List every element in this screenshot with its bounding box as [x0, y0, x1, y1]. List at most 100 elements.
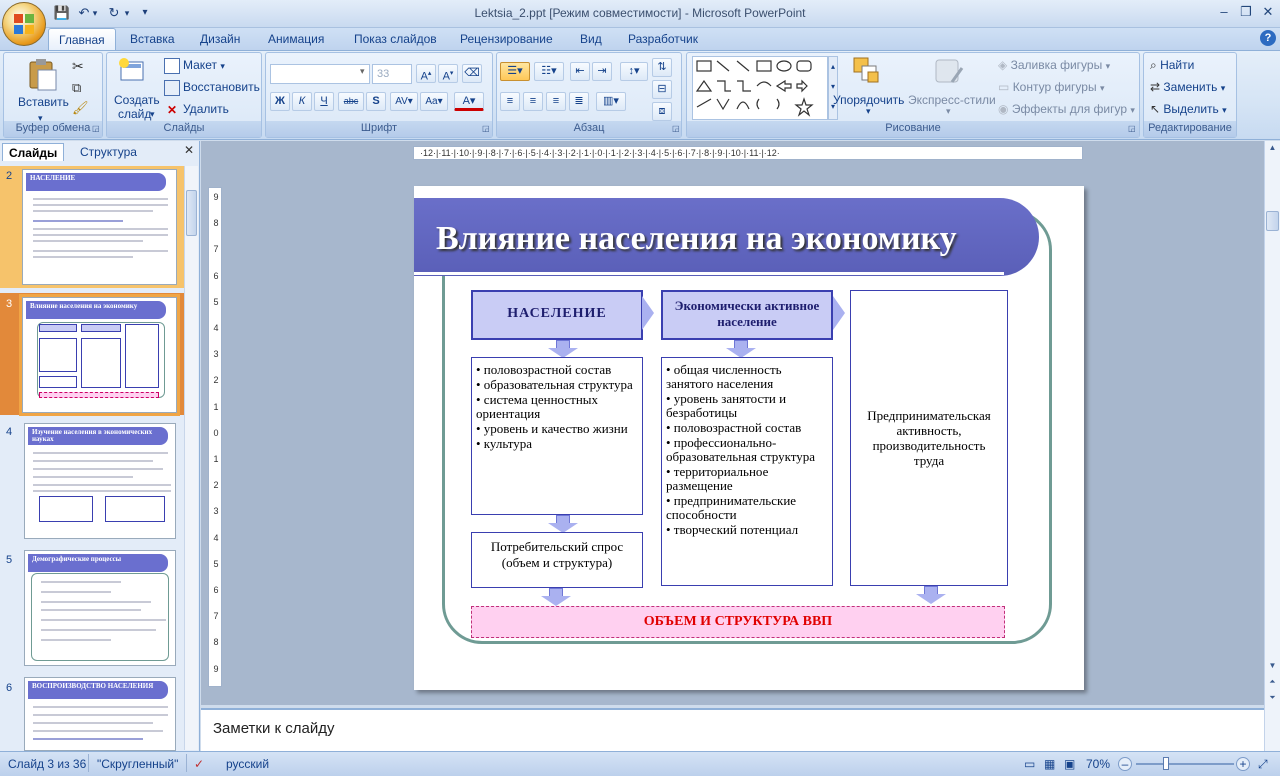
delete-slide-button[interactable]: ✕ Удалить	[164, 99, 229, 119]
font-color-icon[interactable]: A▾	[454, 92, 484, 111]
spellcheck-icon[interactable]: ✓	[194, 756, 204, 772]
clear-formatting-icon[interactable]: ⌫	[462, 64, 482, 83]
shrink-font-icon[interactable]: A▾	[438, 64, 458, 83]
scroll-up-icon[interactable]: ▲	[1266, 143, 1279, 157]
shape-outline-button[interactable]: ▭ Контур фигуры ▾	[998, 77, 1104, 97]
slide-thumbnail-selected[interactable]: Влияние населения на экономику	[19, 294, 180, 416]
font-name-dropdown-icon[interactable]: ▾	[360, 66, 365, 77]
main-scroll-thumb[interactable]	[1266, 211, 1279, 231]
tab-slideshow[interactable]: Показ слайдов	[344, 28, 447, 50]
drawing-launcher-icon[interactable]: ◲	[1128, 124, 1136, 133]
align-center-icon[interactable]: ≡	[523, 92, 543, 111]
tab-animation[interactable]: Анимация	[258, 28, 334, 50]
scroll-down-icon[interactable]: ▼	[1266, 661, 1279, 675]
italic-icon[interactable]: К	[292, 92, 312, 111]
language[interactable]: русский	[226, 756, 269, 772]
theme-name[interactable]: "Скругленный"	[97, 756, 178, 772]
shapes-scroll-icon[interactable]: ▴ ▾ ▾	[828, 56, 838, 120]
close-icon[interactable]: ✕	[1256, 2, 1280, 22]
normal-view-icon[interactable]: ▭	[1024, 756, 1035, 772]
replace-button[interactable]: ⇄ Заменить ▾	[1150, 77, 1225, 97]
line-spacing-icon[interactable]: ↕▾	[620, 62, 648, 81]
text-direction-icon[interactable]: ⇅	[652, 58, 672, 77]
minimize-icon[interactable]: –	[1212, 2, 1236, 22]
shadow-icon[interactable]: S	[366, 92, 386, 111]
shape-fill-button[interactable]: ◈ Заливка фигуры ▾	[998, 55, 1110, 75]
justify-icon[interactable]: ≣	[569, 92, 589, 111]
tab-view[interactable]: Вид	[570, 28, 612, 50]
paste-icon[interactable]	[24, 56, 60, 92]
zoom-slider-thumb[interactable]	[1163, 757, 1169, 770]
close-pane-icon[interactable]: ✕	[184, 143, 194, 157]
entrepreneurship-box[interactable]: Предпринимательская активность, производ…	[850, 290, 1008, 586]
new-slide-icon[interactable]	[117, 56, 147, 88]
char-spacing-icon[interactable]: AV▾	[390, 92, 418, 111]
tab-slides[interactable]: Слайды	[2, 143, 65, 161]
slide-title[interactable]: Влияние населения на экономику	[414, 198, 1039, 276]
shapes-gallery[interactable]	[692, 56, 828, 120]
copy-icon[interactable]: ⧉	[72, 80, 81, 96]
slide-thumbnail[interactable]: НАСЕЛЕНИЕ	[22, 169, 177, 285]
fit-slide-icon[interactable]: ⤢	[1258, 756, 1268, 772]
columns-icon[interactable]: ▥▾	[596, 92, 626, 111]
prev-slide-icon[interactable]: ⏶	[1266, 677, 1279, 691]
slides-pane-scrollbar[interactable]	[184, 166, 198, 750]
shape-effects-button[interactable]: ◉ Эффекты для фигур ▾	[998, 99, 1135, 119]
new-slide-dropdown-icon[interactable]: ▾	[150, 104, 155, 124]
next-slide-icon[interactable]: ⏷	[1266, 693, 1279, 707]
select-button[interactable]: ↖ Выделить ▾	[1150, 99, 1227, 119]
slide-sorter-icon[interactable]: ▦	[1044, 756, 1055, 772]
office-button[interactable]	[2, 2, 46, 46]
cut-icon[interactable]: ✂	[72, 58, 84, 75]
format-painter-icon[interactable]: 🖌	[72, 100, 89, 116]
find-button[interactable]: ⌕ Найти	[1150, 55, 1194, 75]
align-right-icon[interactable]: ≡	[546, 92, 566, 111]
underline-icon[interactable]: Ч	[314, 92, 334, 111]
zoom-slider-track[interactable]	[1136, 763, 1234, 765]
slide-thumbnail[interactable]: Изучение населения в экономических наука…	[24, 423, 176, 539]
active-population-list[interactable]: • общая численность занятого населения •…	[661, 357, 833, 586]
slide-thumbnail[interactable]: Демографические процессы	[24, 550, 176, 666]
arrange-icon[interactable]	[852, 56, 882, 88]
quick-styles-button[interactable]: Экспресс-стили	[908, 90, 996, 110]
decrease-indent-icon[interactable]: ⇤	[570, 62, 590, 81]
tab-outline[interactable]: Структура	[74, 143, 143, 161]
slides-pane-scroll-thumb[interactable]	[186, 190, 197, 236]
tab-review[interactable]: Рецензирование	[450, 28, 563, 50]
font-launcher-icon[interactable]: ◲	[482, 124, 490, 133]
help-icon[interactable]: ?	[1260, 30, 1276, 46]
strikethrough-icon[interactable]: abc	[338, 92, 364, 111]
slideshow-view-icon[interactable]: ▣	[1064, 756, 1075, 772]
align-left-icon[interactable]: ≡	[500, 92, 520, 111]
population-header[interactable]: НАСЕЛЕНИЕ	[471, 290, 643, 340]
tab-design[interactable]: Дизайн	[190, 28, 250, 50]
arrange-dropdown-icon[interactable]: ▾	[866, 106, 871, 117]
font-name-combo[interactable]	[270, 64, 370, 84]
main-scrollbar[interactable]: ▲ ▼ ⏶ ⏷	[1264, 141, 1280, 751]
font-size-combo[interactable]: 33	[372, 64, 412, 84]
grow-font-icon[interactable]: A▴	[416, 64, 436, 83]
paste-button[interactable]: Вставить	[18, 92, 69, 112]
consumer-demand-box[interactable]: Потребительский спрос (объем и структура…	[471, 532, 643, 588]
zoom-level[interactable]: 70%	[1086, 756, 1110, 772]
bold-icon[interactable]: Ж	[270, 92, 290, 111]
tab-insert[interactable]: Вставка	[120, 28, 185, 50]
slide-thumbnail[interactable]: ВОСПРОИЗВОДСТВО НАСЕЛЕНИЯ	[24, 677, 176, 751]
tab-developer[interactable]: Разработчик	[618, 28, 708, 50]
zoom-in-icon[interactable]: +	[1236, 757, 1250, 771]
paragraph-launcher-icon[interactable]: ◲	[672, 124, 680, 133]
quick-styles-icon[interactable]	[932, 56, 966, 90]
zoom-out-icon[interactable]: –	[1118, 757, 1132, 771]
increase-indent-icon[interactable]: ⇥	[592, 62, 612, 81]
layout-button[interactable]: Макет ▾	[164, 55, 225, 75]
active-population-header[interactable]: Экономически активное население	[661, 290, 833, 340]
clipboard-launcher-icon[interactable]: ◲	[92, 124, 100, 133]
bullets-icon[interactable]: ☰▾	[500, 62, 530, 81]
maximize-icon[interactable]: ❐	[1234, 2, 1258, 22]
notes-area[interactable]: Заметки к слайду	[201, 708, 1264, 751]
paste-dropdown-icon[interactable]: ▾	[38, 108, 43, 128]
gdp-bar[interactable]: ОБЪЕМ И СТРУКТУРА ВВП	[471, 606, 1005, 638]
reset-button[interactable]: Восстановить	[164, 77, 260, 97]
population-factors-list[interactable]: • половозрастной состав • образовательна…	[471, 357, 643, 515]
change-case-icon[interactable]: Aa▾	[420, 92, 448, 111]
